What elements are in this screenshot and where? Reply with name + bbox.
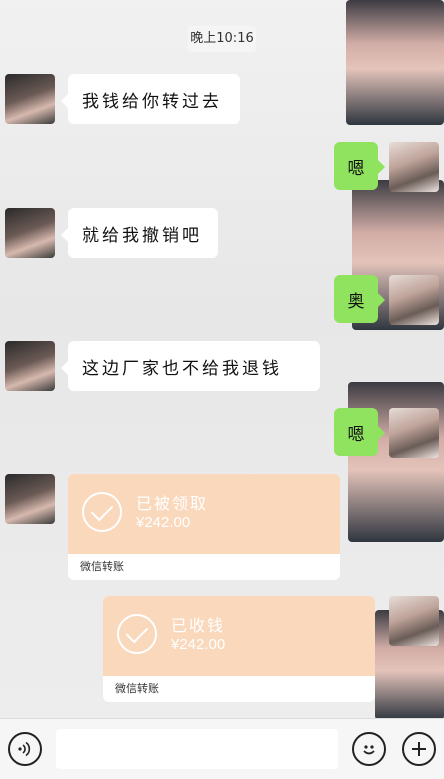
transfer-status: 已收钱 (171, 616, 226, 635)
self-avatar[interactable] (389, 275, 439, 325)
message-bubble[interactable]: 这边厂家也不给我退钱 (61, 341, 320, 391)
transfer-amount: ¥242.00 (136, 514, 191, 531)
transfer-amount: ¥242.00 (171, 636, 226, 653)
check-icon (82, 492, 122, 532)
message-bubble[interactable]: 嗯 (334, 408, 385, 456)
contact-avatar[interactable] (5, 74, 55, 124)
transfer-label: 微信转账 (80, 560, 124, 573)
contact-avatar[interactable] (5, 341, 55, 391)
emoji-icon[interactable] (352, 732, 386, 766)
timestamp: 晚上10:16 (188, 26, 256, 52)
self-avatar[interactable] (389, 142, 439, 192)
message-bubble[interactable]: 我钱给你转过去 (61, 74, 240, 124)
voice-icon[interactable] (8, 732, 42, 766)
plus-icon[interactable] (402, 732, 436, 766)
contact-avatar[interactable] (5, 208, 55, 258)
input-bar (0, 718, 444, 779)
self-avatar[interactable] (389, 596, 439, 646)
background-photo (348, 382, 444, 542)
transfer-label: 微信转账 (115, 682, 159, 695)
transfer-card-top: 已收钱 ¥242.00 (103, 596, 375, 676)
transfer-card-top: 已被领取 ¥242.00 (68, 474, 340, 554)
check-icon (117, 614, 157, 654)
transfer-card[interactable]: 已被领取 ¥242.00 微信转账 (68, 474, 340, 580)
message-bubble[interactable]: 嗯 (334, 142, 385, 190)
contact-avatar[interactable] (5, 474, 55, 524)
message-bubble[interactable]: 就给我撤销吧 (61, 208, 218, 258)
transfer-card[interactable]: 已收钱 ¥242.00 微信转账 (103, 596, 375, 702)
self-avatar[interactable] (389, 408, 439, 458)
message-bubble[interactable]: 奥 (334, 275, 385, 323)
background-photo (346, 0, 444, 125)
message-input[interactable] (56, 729, 338, 769)
transfer-status: 已被领取 (136, 494, 209, 513)
